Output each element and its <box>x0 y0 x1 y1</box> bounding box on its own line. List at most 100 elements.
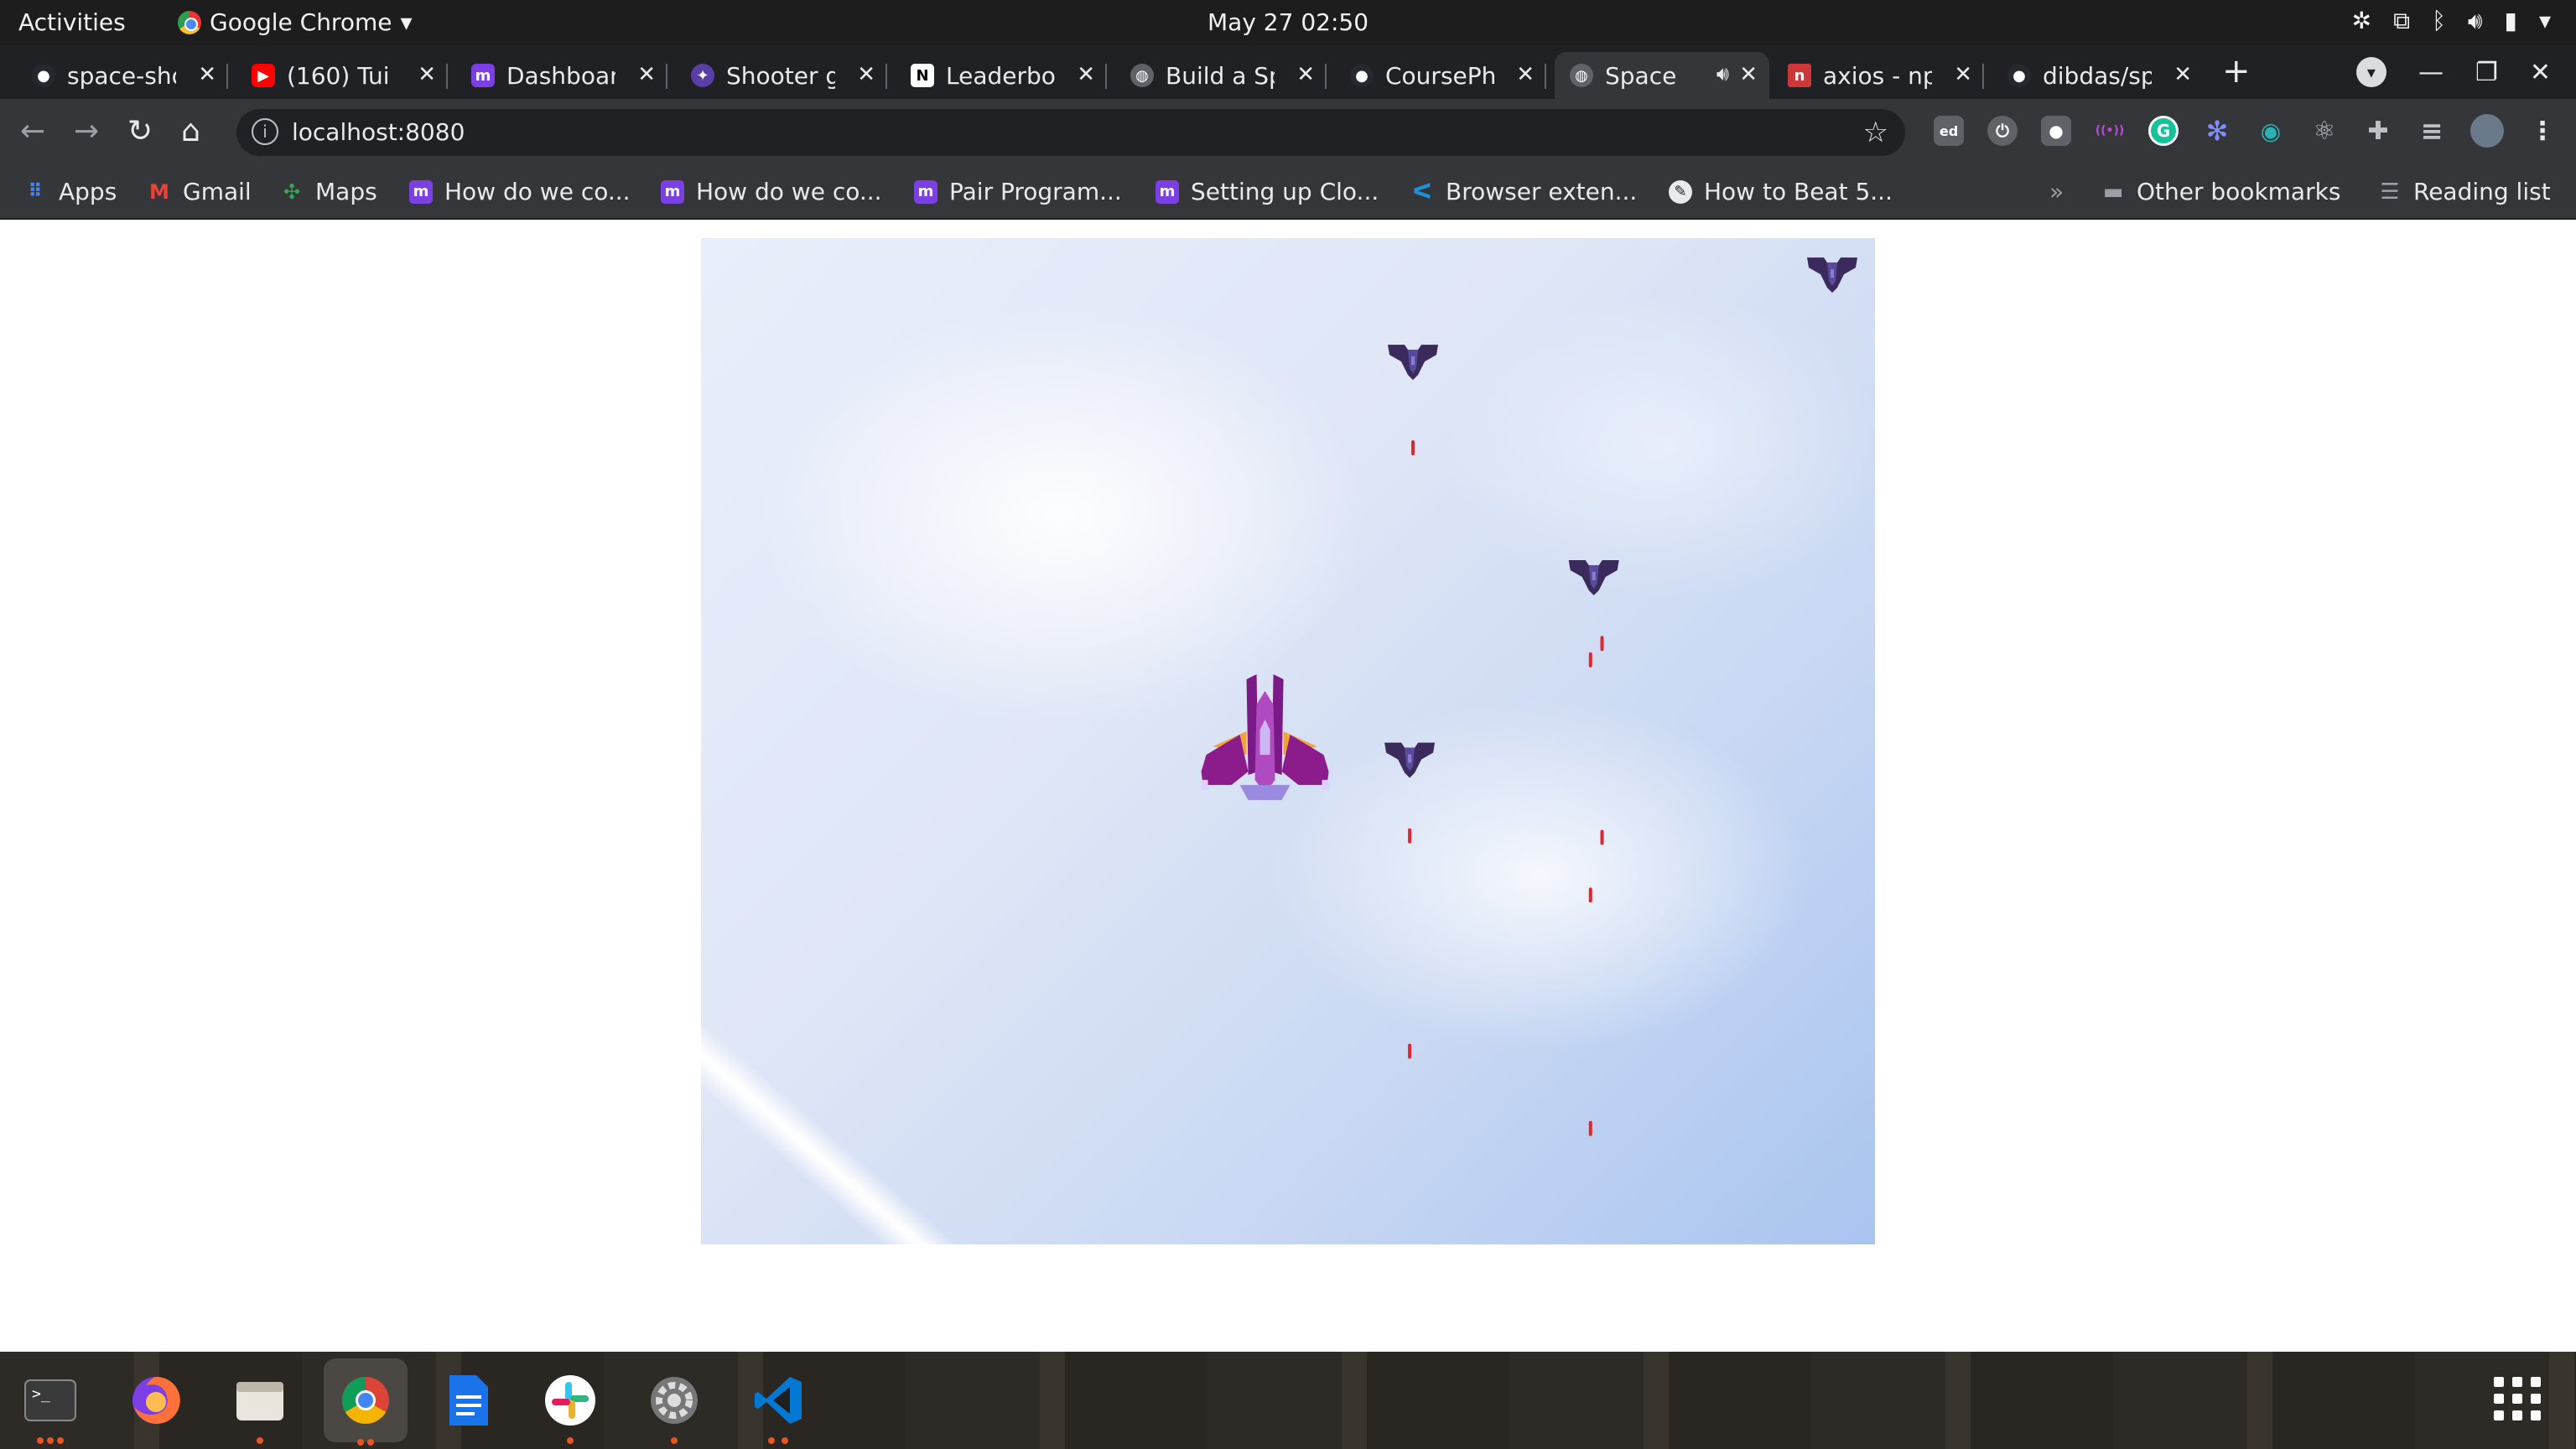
eye-extension-icon[interactable]: ◉ <box>2256 116 2286 146</box>
volume-icon[interactable]: 🔊︎ <box>2468 7 2483 35</box>
puzzle-icon: ✦ <box>691 64 714 87</box>
power-extension-icon[interactable]: ⏻ <box>1987 116 2018 146</box>
close-tab-icon[interactable]: ✕ <box>637 62 656 87</box>
ed-extension-icon[interactable]: ed <box>1934 116 1964 146</box>
bookmark-item[interactable]: m Pair Program... <box>914 178 1122 205</box>
tab-label: Dashboar <box>506 61 615 90</box>
chevron-down-icon: ▾ <box>400 8 413 36</box>
tab-label: axios - np <box>1823 61 1932 90</box>
bookmark-item[interactable]: m How do we co... <box>661 178 882 205</box>
enemy-bullet <box>1600 829 1604 845</box>
enemy-bullet <box>1408 828 1412 844</box>
show-applications-icon[interactable] <box>2494 1377 2542 1420</box>
close-tab-icon[interactable]: ✕ <box>857 62 875 87</box>
minimize-icon[interactable]: — <box>2418 58 2444 87</box>
close-tab-icon[interactable]: ✕ <box>2174 62 2192 87</box>
reading-queue-icon[interactable]: ≡ <box>2417 115 2447 147</box>
site-info-icon[interactable]: i <box>252 118 278 145</box>
grammarly-icon[interactable]: G <box>2148 116 2179 146</box>
reload-icon[interactable]: ↻ <box>127 114 153 148</box>
network-icon[interactable]: ⧉ <box>2393 7 2410 35</box>
bookmark-star-icon[interactable]: ☆ <box>1863 116 1888 149</box>
ubuntu-dock: >_ <box>0 1352 2576 1449</box>
tab[interactable]: n axios - np ✕ <box>1773 52 1984 99</box>
enemy-ship <box>1807 257 1858 293</box>
battery-icon[interactable]: ▮ <box>2505 7 2517 35</box>
clock[interactable]: May 27 02:50 <box>1208 8 1368 36</box>
close-tab-icon[interactable]: ✕ <box>1296 62 1315 87</box>
svg-text:>_: >_ <box>32 1385 50 1403</box>
bookmark-label: Browser exten... <box>1446 178 1638 205</box>
back-arrow-icon[interactable]: ← <box>20 114 45 148</box>
youtube-icon: ▶ <box>252 64 275 87</box>
tab-strip: ● space-sho ✕ ▶ (160) Tui / ✕ m Dashboar… <box>0 45 2576 99</box>
bookmark-item[interactable]: m How do we co... <box>409 178 631 205</box>
bookmark-maps[interactable]: ✣ Maps <box>280 178 377 205</box>
tab[interactable]: ✦ Shooter g ✕ <box>676 52 887 99</box>
bookmark-item[interactable]: ✎ How to Beat 5... <box>1669 178 1893 205</box>
tab[interactable]: ● CoursePh ✕ <box>1335 52 1546 99</box>
bookmark-label: Apps <box>59 178 117 205</box>
chrome-icon[interactable] <box>324 1358 408 1446</box>
bookmarks-overflow-chevron[interactable]: » <box>2049 178 2064 205</box>
bluetooth-icon[interactable]: ᛒ <box>2432 7 2446 35</box>
tab[interactable]: N Leaderbo ✕ <box>896 52 1107 99</box>
settings-icon[interactable] <box>644 1370 704 1444</box>
tab-search-icon[interactable]: ▾ <box>2355 57 2386 87</box>
address-bar[interactable]: i localhost:8080 ☆ <box>236 109 1905 156</box>
maps-icon: ✣ <box>283 179 301 204</box>
game-canvas[interactable] <box>701 238 1875 1244</box>
speaker-icon[interactable]: 🔊︎ <box>1716 62 1729 86</box>
podcast-extension-icon[interactable]: ((•)) <box>2095 116 2125 146</box>
power-menu-icon[interactable]: ▾ <box>2539 7 2551 35</box>
close-tab-icon[interactable]: ✕ <box>1739 62 1758 87</box>
other-bookmarks-folder[interactable]: ▬ Other bookmarks <box>2101 178 2341 205</box>
bookmark-item[interactable]: m Setting up Clo... <box>1156 178 1379 205</box>
snowflake-extension-icon[interactable]: ✻ <box>2202 115 2232 147</box>
close-window-icon[interactable]: ✕ <box>2530 58 2551 87</box>
chat-extension-icon[interactable]: ● <box>2041 116 2071 146</box>
text-editor-icon[interactable] <box>438 1370 498 1431</box>
enemy-ship <box>1388 345 1439 381</box>
firefox-icon[interactable] <box>126 1370 186 1431</box>
app-menu[interactable]: Google Chrome ▾ <box>178 8 413 36</box>
tab-active[interactable]: ◍ Space 🔊︎ ✕ <box>1555 52 1769 99</box>
tab[interactable]: ◍ Build a Sp ✕ <box>1115 52 1327 99</box>
slack-tray-icon[interactable]: ✲ <box>2352 7 2371 35</box>
close-tab-icon[interactable]: ✕ <box>1954 62 1972 87</box>
window-controls: ▾ — ❐ ✕ <box>2355 57 2551 87</box>
tab[interactable]: ▶ (160) Tui / ✕ <box>236 52 448 99</box>
files-icon[interactable] <box>230 1370 290 1444</box>
tab-label: Space <box>1605 61 1677 90</box>
enemy-bullet <box>1588 1120 1592 1136</box>
profile-avatar[interactable] <box>2470 114 2504 148</box>
kebab-menu-icon[interactable]: ⋮ <box>2527 116 2558 146</box>
tab[interactable]: ● dibdas/sp ✕ <box>1992 52 2204 99</box>
terminal-icon[interactable]: >_ <box>20 1370 80 1444</box>
close-tab-icon[interactable]: ✕ <box>198 62 216 87</box>
system-tray[interactable]: ✲ ⧉ ᛒ 🔊︎ ▮ ▾ <box>2352 7 2551 35</box>
forward-arrow-icon[interactable]: → <box>74 114 99 148</box>
reading-list-button[interactable]: ☰ Reading list <box>2378 178 2550 205</box>
tab[interactable]: ● space-sho ✕ <box>17 52 228 99</box>
tab[interactable]: m Dashboar ✕ <box>456 52 667 99</box>
extensions-puzzle-icon[interactable]: ✚ <box>2363 116 2393 146</box>
m-logo-icon: m <box>661 179 684 204</box>
bookmark-gmail[interactable]: M Gmail <box>148 178 252 205</box>
slack-icon[interactable] <box>540 1370 600 1444</box>
url-text[interactable]: localhost:8080 <box>292 118 465 146</box>
bookmark-item[interactable]: ᐸ Browser exten... <box>1410 178 1637 205</box>
home-icon[interactable]: ⌂ <box>181 114 200 148</box>
vscode-icon[interactable] <box>748 1370 808 1444</box>
maximize-icon[interactable]: ❐ <box>2475 58 2498 87</box>
m-logo-icon: m <box>471 64 495 87</box>
new-tab-button[interactable]: + <box>2222 52 2251 91</box>
tab-label: (160) Tui / <box>287 61 396 90</box>
activities-button[interactable]: Activities <box>18 8 126 36</box>
react-devtools-icon[interactable]: ⚛ <box>2309 116 2340 146</box>
close-tab-icon[interactable]: ✕ <box>1077 62 1095 87</box>
close-tab-icon[interactable]: ✕ <box>418 62 436 87</box>
close-tab-icon[interactable]: ✕ <box>1516 62 1535 87</box>
extensions-area: ed ⏻ ● ((•)) G ✻ ◉ ⚛ ✚ ≡ ⋮ <box>1934 114 2558 148</box>
bookmark-apps[interactable]: ⠿ Apps <box>23 178 117 205</box>
